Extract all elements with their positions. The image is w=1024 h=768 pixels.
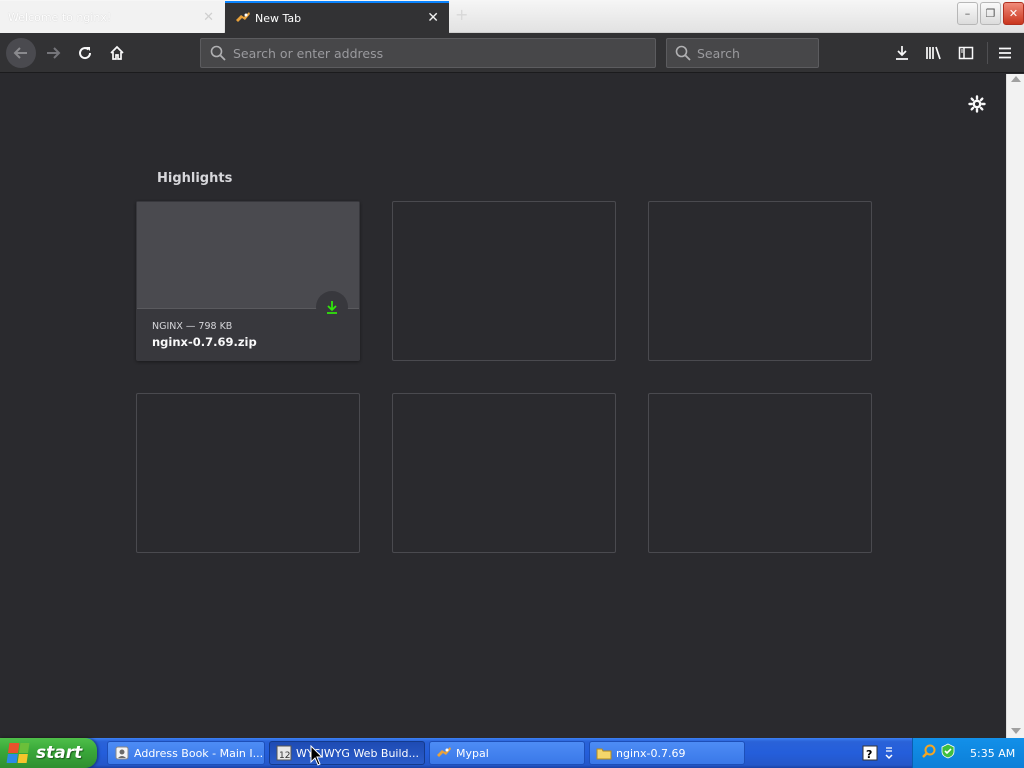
address-bar[interactable] bbox=[200, 38, 656, 68]
taskbar-extra-icons: ? bbox=[862, 745, 894, 765]
empty-highlight-placeholder bbox=[136, 393, 360, 553]
vertical-scrollbar[interactable] bbox=[1006, 74, 1024, 738]
forward-button[interactable] bbox=[41, 41, 65, 65]
hamburger-menu-icon bbox=[999, 47, 1011, 59]
sidebar-button[interactable] bbox=[954, 41, 978, 65]
downloads-button[interactable] bbox=[890, 41, 914, 65]
tab-welcome-nginx[interactable]: Welcome to nginx! ✕ bbox=[0, 1, 224, 33]
window-controls: – ❐ ✕ bbox=[957, 2, 1024, 25]
chevron-down-icon[interactable] bbox=[884, 745, 894, 765]
navigation-toolbar bbox=[0, 33, 1024, 73]
address-input[interactable] bbox=[233, 45, 655, 61]
library-icon bbox=[926, 46, 941, 60]
window-close-button[interactable]: ✕ bbox=[1003, 2, 1024, 25]
minimize-button[interactable]: – bbox=[957, 2, 978, 25]
magnifier-tray-icon[interactable] bbox=[921, 743, 937, 763]
mypal-icon bbox=[436, 745, 452, 761]
highlight-card[interactable]: NGINX — 798 KB nginx-0.7.69.zip bbox=[136, 201, 360, 361]
tab-label: New Tab bbox=[255, 11, 302, 25]
empty-highlight-placeholder bbox=[648, 201, 872, 361]
screen: Welcome to nginx! ✕ New Tab ✕ + – ❐ ✕ Se… bbox=[0, 0, 1024, 768]
menu-button[interactable] bbox=[993, 41, 1017, 65]
arrow-right-icon bbox=[47, 47, 61, 59]
scroll-up-arrow-icon[interactable] bbox=[1011, 76, 1021, 82]
taskbar-item-wysiwyg-web-builder[interactable]: 12 WYSIWYG Web Build... bbox=[269, 741, 425, 765]
start-button[interactable]: start bbox=[0, 738, 97, 768]
mypal-icon bbox=[235, 11, 250, 25]
close-tab-icon[interactable]: ✕ bbox=[203, 10, 214, 25]
close-tab-icon[interactable]: ✕ bbox=[427, 10, 439, 26]
taskbar: start Address Book - Main I... 12 WYSIWY… bbox=[0, 738, 1024, 768]
security-tray-icon[interactable] bbox=[940, 743, 956, 763]
download-icon bbox=[316, 291, 348, 323]
start-label: start bbox=[36, 743, 83, 763]
clock: 5:35 AM bbox=[970, 746, 1016, 760]
tray-icons bbox=[921, 743, 956, 763]
svg-text:12: 12 bbox=[279, 751, 290, 761]
taskbar-item-label: nginx-0.7.69 bbox=[616, 746, 686, 760]
folder-icon bbox=[596, 745, 612, 761]
taskbar-item-label: Address Book - Main I... bbox=[134, 746, 264, 760]
svg-text:?: ? bbox=[866, 748, 872, 761]
customize-settings-button[interactable] bbox=[966, 93, 988, 115]
sidebar-icon bbox=[958, 46, 974, 60]
toolbar-divider bbox=[987, 42, 988, 64]
empty-highlight-placeholder bbox=[648, 393, 872, 553]
mouse-cursor-icon bbox=[310, 744, 324, 768]
search-icon bbox=[675, 44, 691, 62]
empty-highlight-placeholder bbox=[392, 393, 616, 553]
taskbar-item-nginx-folder[interactable]: nginx-0.7.69 bbox=[589, 741, 745, 765]
help-icon[interactable]: ? bbox=[862, 745, 878, 765]
tab-label: Welcome to nginx! bbox=[8, 10, 112, 24]
tab-new-tab[interactable]: New Tab ✕ bbox=[225, 1, 449, 33]
empty-highlight-placeholder bbox=[392, 201, 616, 361]
card-context-label: NGINX — 798 KB bbox=[152, 321, 233, 332]
restore-button[interactable]: ❐ bbox=[980, 2, 1001, 25]
back-button[interactable] bbox=[6, 38, 36, 68]
search-input[interactable] bbox=[697, 45, 853, 61]
address-book-icon bbox=[114, 745, 130, 761]
highlights-section-title: Highlights bbox=[157, 171, 233, 186]
tab-strip: Welcome to nginx! ✕ New Tab ✕ + – ❐ ✕ bbox=[0, 0, 1024, 33]
search-bar[interactable] bbox=[666, 38, 853, 68]
card-title: nginx-0.7.69.zip bbox=[152, 335, 257, 349]
system-tray: 5:35 AM bbox=[912, 738, 1024, 768]
reload-button[interactable] bbox=[73, 41, 97, 65]
search-icon bbox=[209, 44, 227, 62]
taskbar-item-mypal[interactable]: Mypal bbox=[429, 741, 585, 765]
download-arrow-icon bbox=[896, 46, 908, 60]
library-button[interactable] bbox=[922, 41, 946, 65]
taskbar-item-address-book[interactable]: Address Book - Main I... bbox=[107, 741, 265, 765]
web-builder-icon: 12 bbox=[276, 745, 292, 761]
arrow-left-icon bbox=[13, 47, 27, 59]
taskbar-item-label: Mypal bbox=[456, 746, 489, 760]
home-button[interactable] bbox=[105, 41, 129, 65]
scroll-down-arrow-icon[interactable] bbox=[1011, 728, 1021, 734]
reload-icon bbox=[79, 47, 92, 60]
home-icon bbox=[110, 45, 124, 60]
new-tab-plus-icon[interactable]: + bbox=[455, 5, 468, 24]
gear-icon bbox=[968, 95, 986, 113]
windows-logo-icon bbox=[6, 743, 30, 763]
new-tab-page: Highlights NGINX — 798 KB nginx-0.7.69.z… bbox=[0, 74, 1006, 738]
